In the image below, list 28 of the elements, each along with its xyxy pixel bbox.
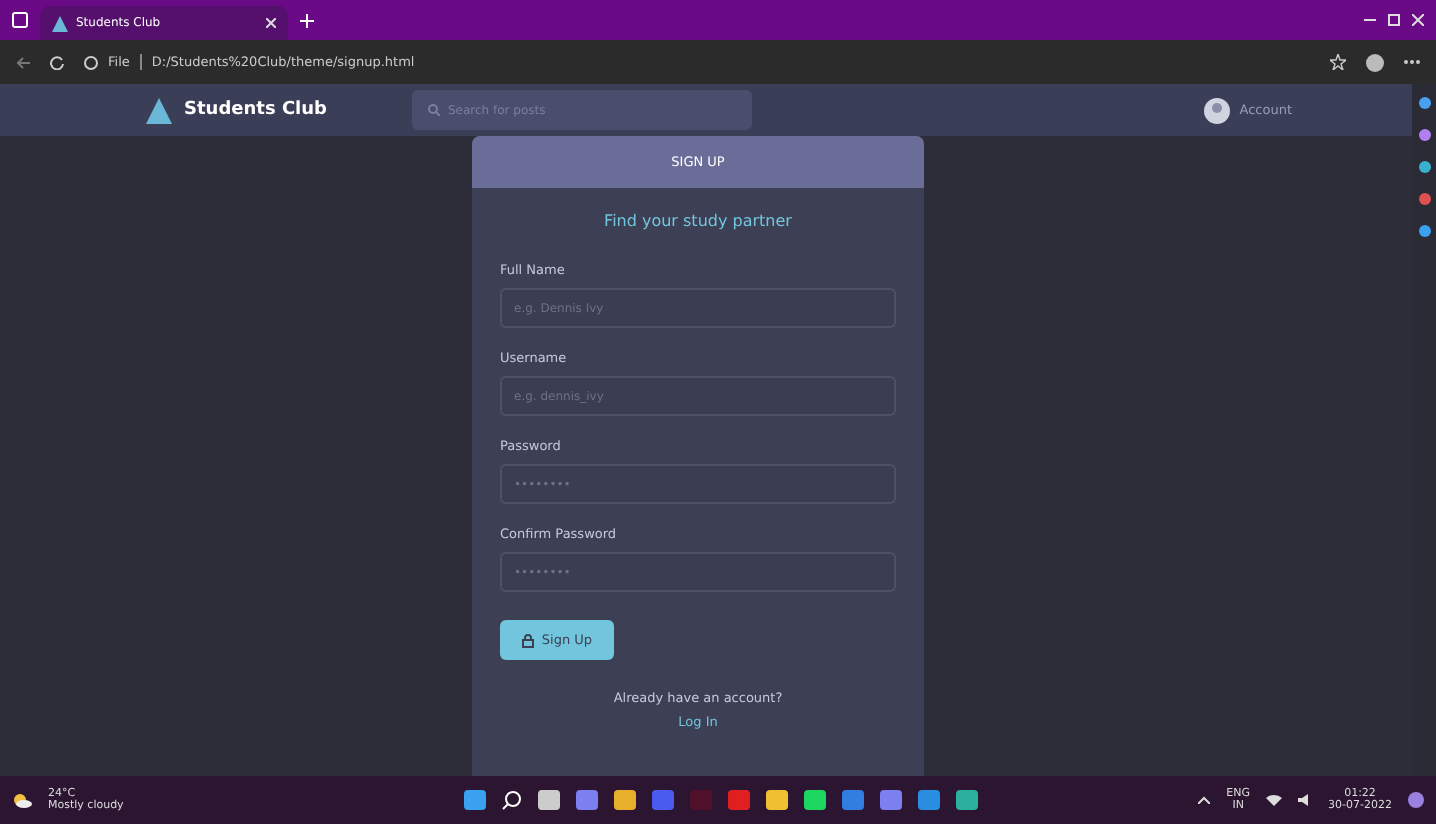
- card-title: Find your study partner: [602, 212, 794, 230]
- avatar-icon[interactable]: [1203, 97, 1230, 123]
- info-icon: [84, 55, 98, 69]
- sidebar-app-icon[interactable]: [1417, 96, 1431, 110]
- brand-name[interactable]: Students Club: [184, 100, 384, 120]
- search-icon: [428, 104, 440, 116]
- close-icon[interactable]: [1412, 14, 1424, 26]
- sidebar-app-icon[interactable]: [1417, 192, 1431, 206]
- logo-icon: [52, 15, 68, 31]
- close-icon[interactable]: [266, 18, 276, 28]
- weather-cloud-icon: [12, 792, 32, 808]
- star-icon[interactable]: [1330, 54, 1346, 70]
- speaker-icon[interactable]: [1298, 794, 1313, 806]
- refresh-icon[interactable]: [50, 55, 64, 69]
- back-icon[interactable]: [16, 55, 30, 69]
- tab-actions-icon[interactable]: [12, 12, 28, 28]
- lock-icon: [521, 633, 534, 647]
- logo-icon: [146, 97, 172, 123]
- new-tab-icon[interactable]: [300, 13, 314, 27]
- sidebar-app-icon[interactable]: [1417, 128, 1431, 142]
- restore-icon[interactable]: [1388, 14, 1400, 26]
- profile-icon[interactable]: [1366, 53, 1384, 71]
- search-icon[interactable]: [502, 790, 522, 810]
- sidebar-app-icon[interactable]: [1417, 224, 1431, 238]
- chevron-up-icon[interactable]: [1198, 796, 1211, 804]
- sidebar-app-icon[interactable]: [1417, 160, 1431, 174]
- wifi-icon[interactable]: [1266, 794, 1283, 806]
- minimize-icon[interactable]: [1364, 14, 1376, 26]
